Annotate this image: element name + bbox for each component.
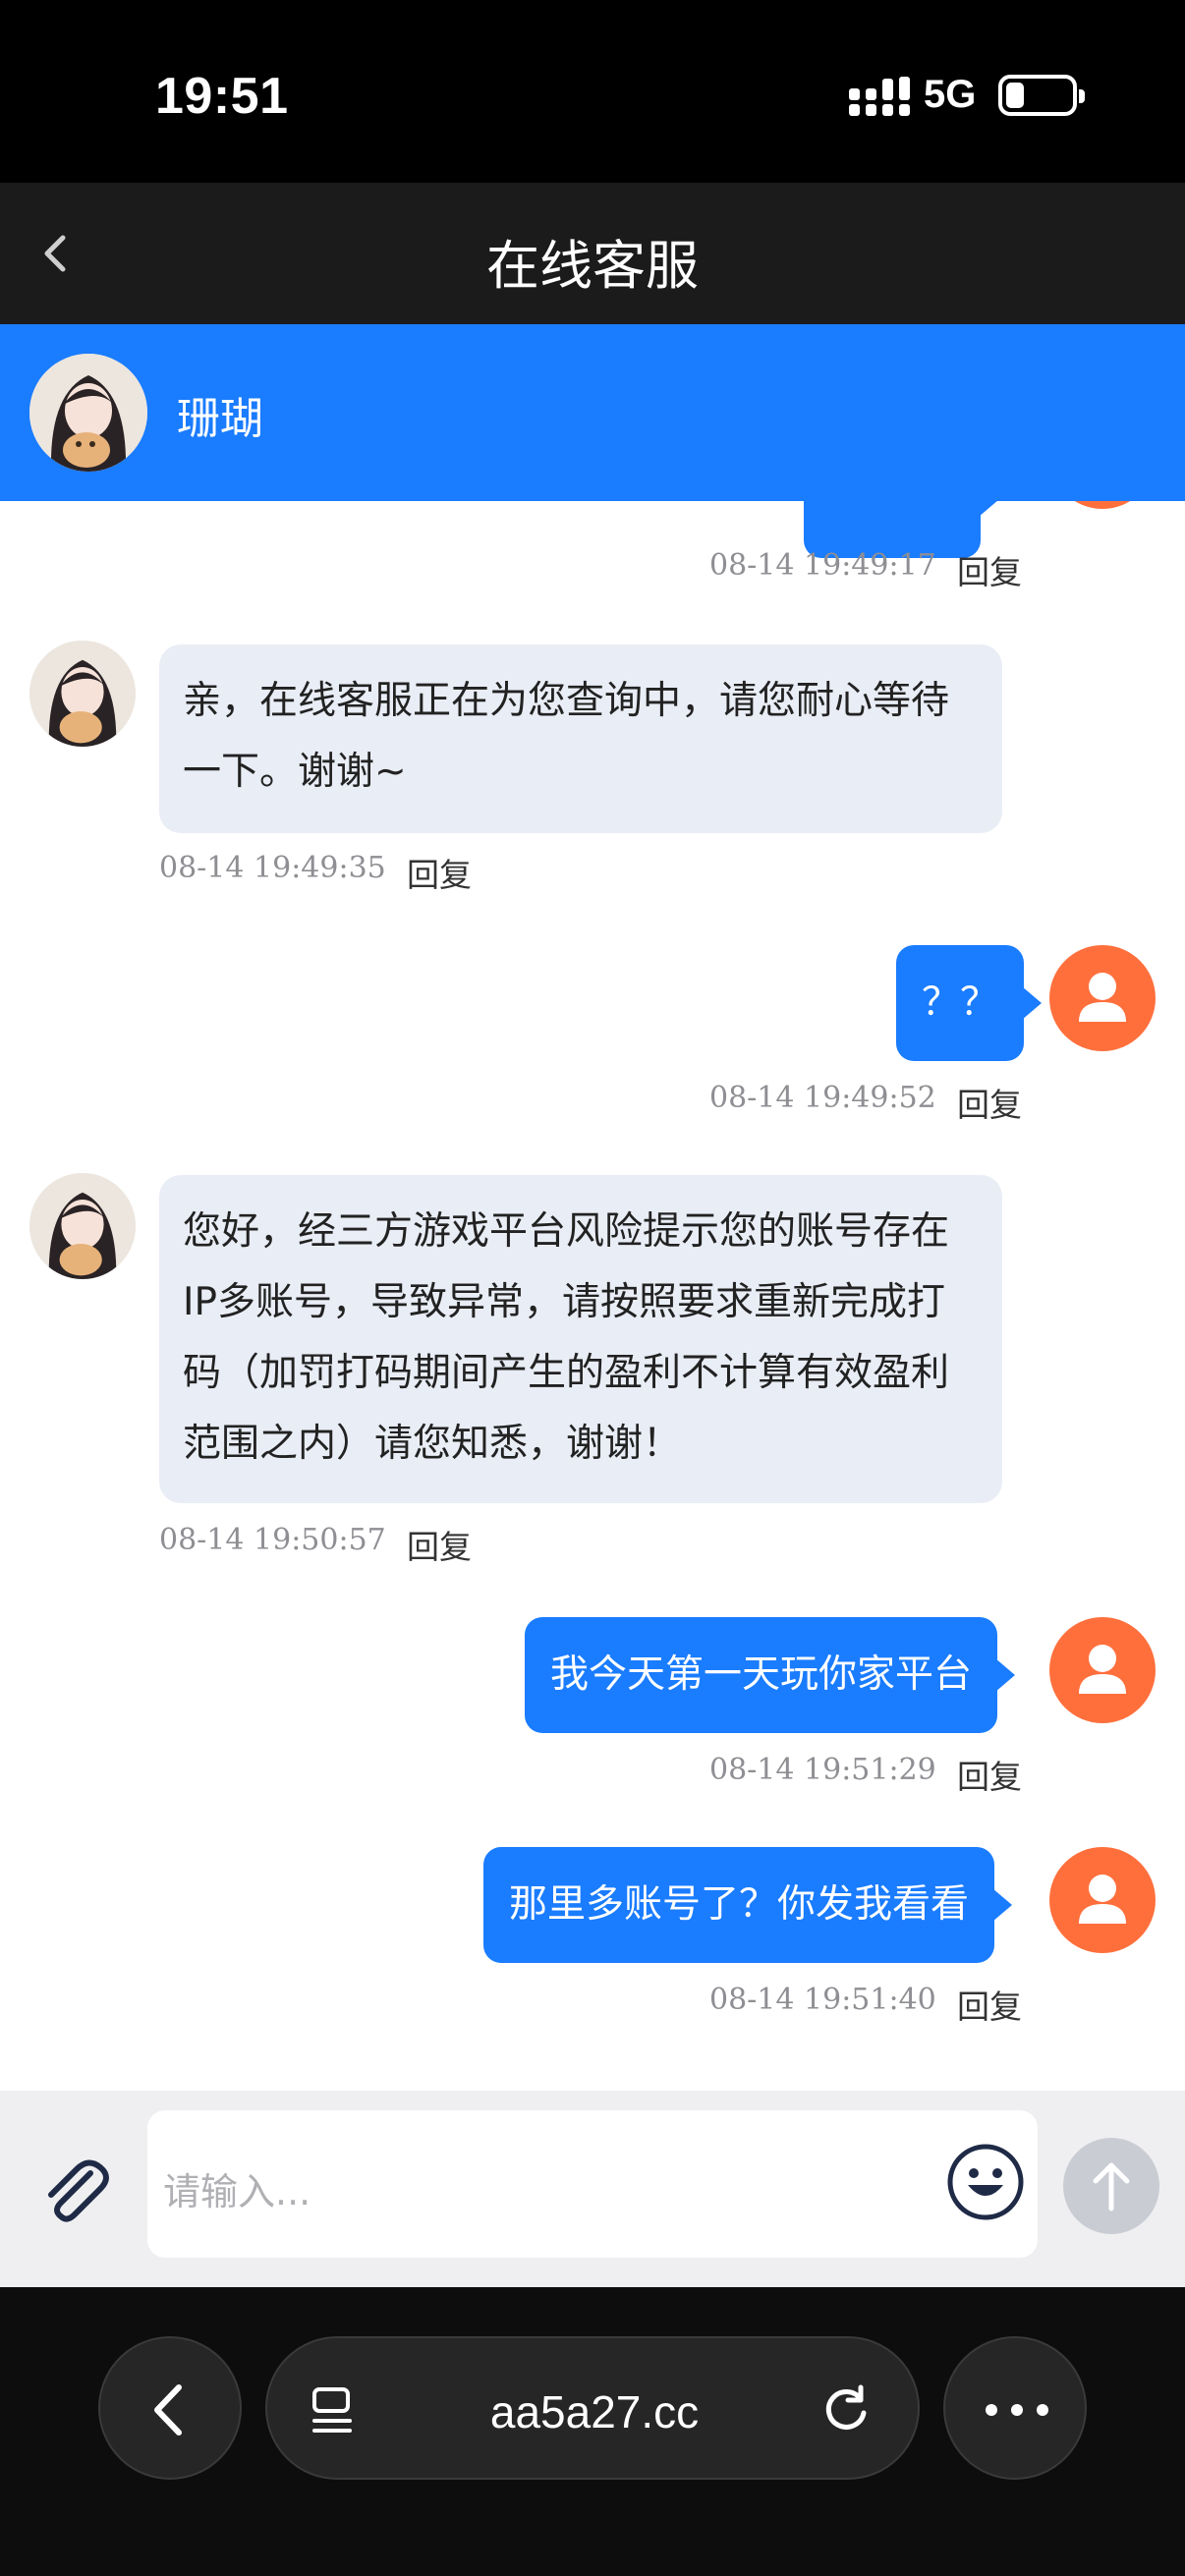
more-dots-icon [986,2404,1048,2416]
user-message-bubble: 那里多账号了？你发我看看 [483,1847,1013,1963]
agent-avatar [29,641,136,747]
message-time: 08-14 19:49:52 [709,1081,936,1115]
chat-area[interactable]: 08-14 19:49:17 回复 亲，在线客服正在为您查询中，请您耐心等待一下… [0,501,1185,2091]
message-time: 08-14 19:51:29 [709,1753,936,1787]
signal-icon [849,77,910,116]
reply-link[interactable]: 回复 [407,849,472,896]
browser-back-button[interactable] [98,2336,242,2480]
user-avatar [1049,1847,1156,1953]
paperclip-icon[interactable] [35,2152,114,2230]
page-title: 在线客服 [486,235,699,297]
battery-icon [998,75,1085,116]
user-avatar [1049,1617,1156,1723]
nav-bar: 在线客服 [0,183,1185,324]
agent-name: 珊瑚 [177,394,263,444]
message-time: 08-14 19:49:35 [159,851,386,885]
input-placeholder: 请输入... [163,2170,311,2213]
message-input[interactable]: 请输入... [147,2110,1038,2258]
chevron-left-icon [154,2384,182,2436]
user-avatar [1049,501,1156,509]
user-message-bubble: 我今天第一天玩你家平台 [525,1617,1016,1733]
message-time: 08-14 19:50:57 [159,1523,386,1557]
address-bar[interactable]: aa5a27.cc [265,2336,920,2480]
reply-link[interactable]: 回复 [957,1079,1022,1126]
browser-toolbar: aa5a27.cc [0,2287,1185,2576]
status-bar: 19:51 5G [0,0,1185,183]
reply-link[interactable]: 回复 [957,1981,1022,2028]
more-options-button[interactable] [943,2336,1087,2480]
agent-header: 珊瑚 [0,324,1185,501]
user-message-bubble: ？？ [896,945,1043,1061]
status-time: 19:51 [155,68,289,125]
reload-icon[interactable] [818,2381,875,2438]
reply-link[interactable]: 回复 [957,1751,1022,1798]
emoji-icon[interactable] [945,2142,1026,2222]
composer: 请输入... [0,2091,1185,2287]
message-time: 08-14 19:51:40 [709,1983,936,2017]
user-avatar [1049,945,1156,1051]
agent-avatar [29,354,147,472]
message-time: 08-14 19:49:17 [709,548,936,583]
arrow-up-icon [1093,2162,1130,2212]
reply-link[interactable]: 回复 [957,546,1022,593]
network-type: 5G [924,73,977,116]
reply-link[interactable]: 回复 [407,1521,472,1568]
send-button[interactable] [1063,2138,1159,2234]
agent-message-bubble: 亲，在线客服正在为您查询中，请您耐心等待一下。谢谢~ [159,644,1002,833]
agent-message-bubble: 您好，经三方游戏平台风险提示您的账号存在IP多账号，导致异常，请按照要求重新完成… [159,1175,1002,1503]
agent-avatar [29,1173,136,1279]
